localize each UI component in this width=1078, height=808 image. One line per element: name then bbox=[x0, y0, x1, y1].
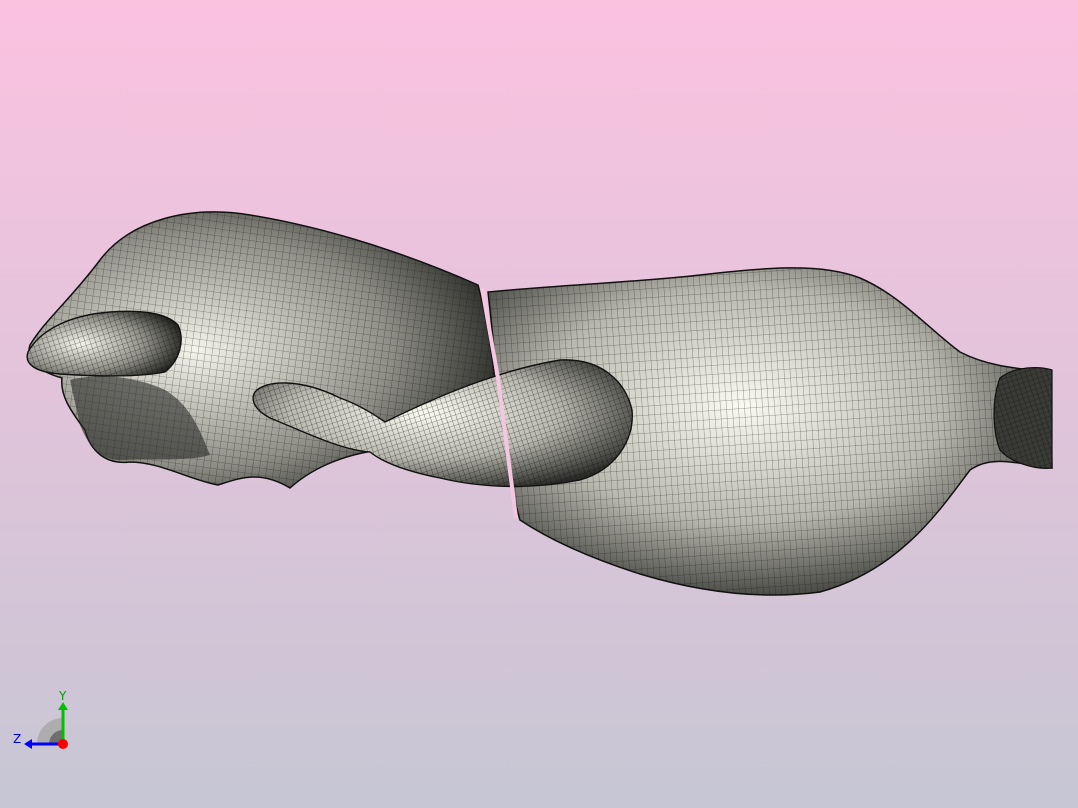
3d-viewport[interactable]: Y Z bbox=[0, 0, 1078, 808]
z-axis-label: Z bbox=[13, 732, 21, 746]
z-axis-arrow bbox=[24, 739, 32, 749]
y-axis-arrow bbox=[58, 702, 68, 710]
axis-triad: Y Z bbox=[13, 689, 68, 749]
mesh-model-canvas[interactable] bbox=[0, 0, 1078, 808]
x-axis-dot bbox=[58, 739, 68, 749]
y-axis-label: Y bbox=[58, 689, 67, 703]
